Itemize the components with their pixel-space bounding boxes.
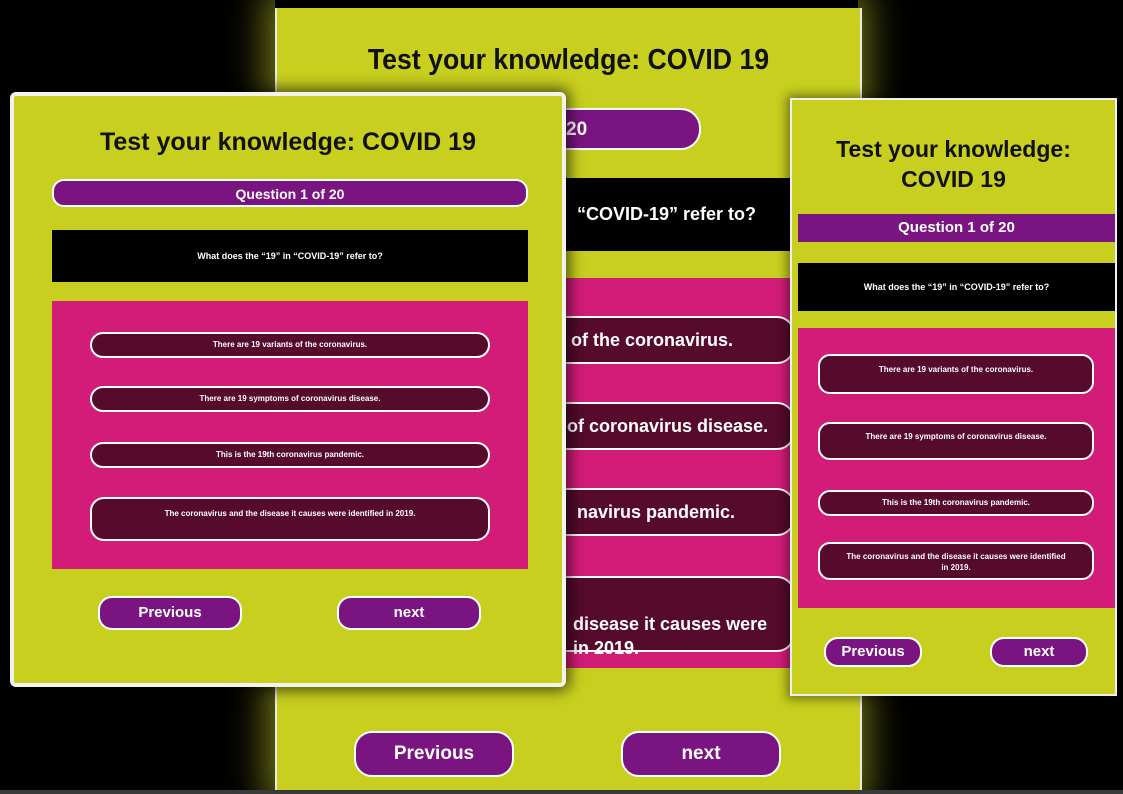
option-1[interactable]: There are 19 variants of the coronavirus… [818,354,1094,394]
option-3-text: This is the 19th coronavirus pandemic. [881,498,1031,507]
question-counter: Question 1 of 20 [52,179,528,207]
next-button[interactable]: next [621,731,781,777]
question-box: What does the “19” in “COVID-19” refer t… [52,230,528,282]
option-4-text: The coronavirus and the disease it cause… [164,509,416,518]
option-3-text: This is the 19th coronavirus pandemic. [215,450,365,459]
next-button-label: next [681,743,721,764]
option-4-text: disease it causes were in 2019. [573,614,768,658]
option-4-text: The coronavirus and the disease it cause… [846,552,1066,572]
option-3[interactable]: This is the 19th coronavirus pandemic. [90,442,490,468]
next-button[interactable]: next [990,637,1088,667]
next-button-label: next [393,604,425,621]
question-text: What does the “19” in “COVID-19” refer t… [197,251,383,261]
next-button[interactable]: next [337,596,481,630]
question-text: “COVID-19” refer to? [577,204,757,224]
option-1-text: There are 19 variants of the coronavirus… [212,340,368,349]
page-title: Test your knowledge: COVID 19 [836,136,1071,192]
question-box: What does the “19” in “COVID-19” refer t… [798,263,1115,311]
previous-button-label: Previous [138,604,202,621]
option-2-text: of coronavirus disease. [567,416,769,436]
option-2[interactable]: There are 19 symptoms of coronavirus dis… [818,422,1094,460]
next-button-label: next [1023,643,1055,660]
option-1[interactable]: There are 19 variants of the coronavirus… [90,332,490,358]
option-3[interactable]: This is the 19th coronavirus pandemic. [818,490,1094,516]
page-title: Test your knowledge: COVID 19 [367,44,770,76]
previous-button[interactable]: Previous [824,637,922,667]
option-4[interactable]: The coronavirus and the disease it cause… [90,497,490,541]
tablet-quiz-view: Test your knowledge: COVID 19 Question 1… [10,92,566,687]
option-1-text: There are 19 variants of the coronavirus… [878,365,1034,374]
option-3-text: navirus pandemic. [577,502,736,522]
bottom-edge [0,790,1123,794]
previous-button[interactable]: Previous [98,596,242,630]
option-2-text: There are 19 symptoms of coronavirus dis… [199,394,381,403]
page-title: Test your knowledge: COVID 19 [99,128,476,156]
previous-button-label: Previous [393,743,475,764]
previous-button[interactable]: Previous [354,731,514,777]
question-counter: Question 1 of 20 [798,214,1115,242]
option-4[interactable]: The coronavirus and the disease it cause… [818,542,1094,580]
option-2[interactable]: There are 19 symptoms of coronavirus dis… [90,386,490,412]
question-text: What does the “19” in “COVID-19” refer t… [863,282,1050,292]
mobile-quiz-view: Test your knowledge: COVID 19 Question 1… [790,98,1117,696]
option-2-text: There are 19 symptoms of coronavirus dis… [865,432,1047,441]
question-counter-text: Question 1 of 20 [898,219,1015,236]
previous-button-label: Previous [841,643,905,660]
option-1-text: of the coronavirus. [571,330,734,350]
question-counter-text: Question 1 of 20 [235,186,345,202]
